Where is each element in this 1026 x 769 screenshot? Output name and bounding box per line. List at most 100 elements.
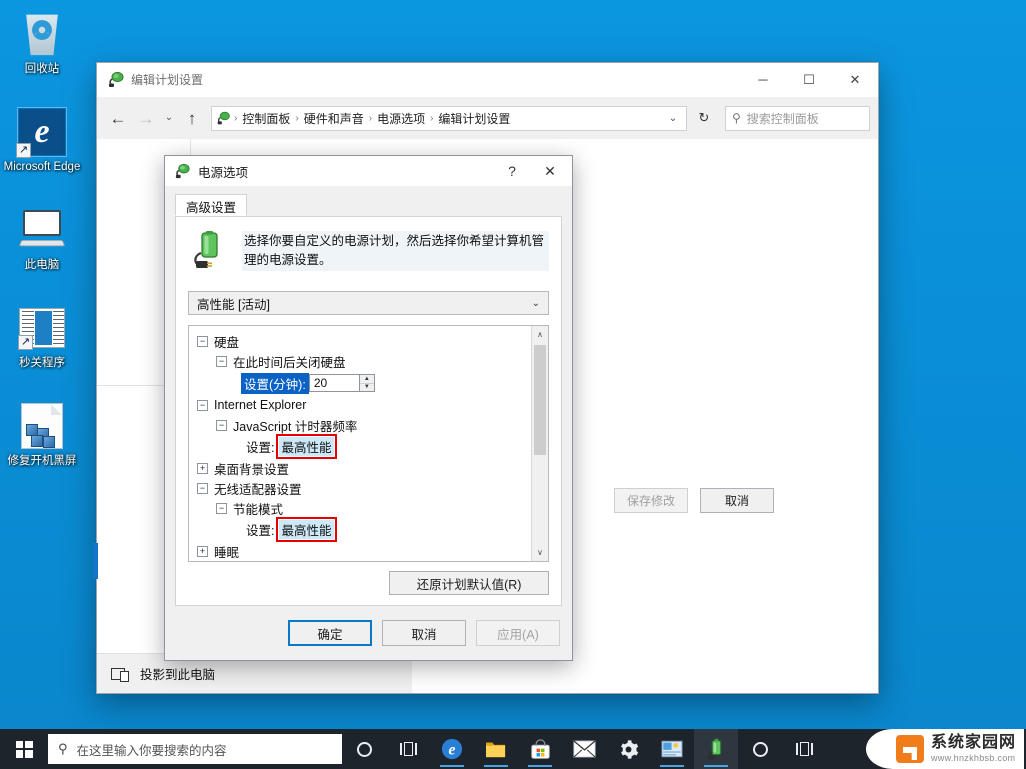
maximize-button[interactable]: ☐	[786, 64, 832, 95]
power-plug-icon	[216, 111, 231, 126]
breadcrumb-item-control-panel[interactable]: 控制面板	[238, 108, 294, 129]
minimize-button[interactable]: ─	[740, 64, 786, 95]
power-saving-setting-value[interactable]: 最高性能	[276, 517, 337, 542]
spinner-buttons[interactable]: ▲ ▼	[358, 374, 375, 392]
dialog-button-row: 确定 取消 应用(A)	[165, 606, 572, 660]
tree-row-power-saving-setting[interactable]: 设置: 最高性能	[189, 517, 531, 542]
taskbar-file-explorer-icon[interactable]	[474, 729, 518, 769]
advanced-settings-tree[interactable]: − 硬盘 − 在此时间后关闭硬盘 设置(分钟): 20 ▲ ▼ − Intern…	[188, 325, 549, 562]
scroll-down-icon[interactable]: ∨	[532, 544, 548, 561]
tree-row-power-saving-mode[interactable]: − 节能模式	[189, 498, 531, 518]
collapse-toggle-icon[interactable]: −	[197, 335, 208, 347]
tree-row-wireless-adapter-settings[interactable]: − 无线适配器设置	[189, 478, 531, 498]
microsoft-store-icon	[530, 738, 550, 759]
spinner-up-icon[interactable]: ▲	[359, 375, 374, 384]
desktop-background[interactable]: 回收站 e ↗ Microsoft Edge 此电脑 ↗ 秒关程序 修复开机黑屏…	[0, 0, 1026, 769]
address-bar[interactable]: › 控制面板 › 硬件和声音 › 电源选项 › 编辑计划设置 ⌄	[211, 105, 687, 131]
power-options-dialog[interactable]: 电源选项 ? ✕ 高级设置 选择你要自定义的电源计划，然后选择你希望计算机管理的…	[164, 155, 573, 661]
desktop-icon-edge[interactable]: e ↗ Microsoft Edge	[0, 102, 84, 198]
minutes-spinner[interactable]: 20 ▲ ▼	[308, 374, 375, 392]
up-button[interactable]: ↑	[179, 105, 205, 131]
task-view-icon[interactable]	[386, 729, 430, 769]
taskbar-power-options-icon[interactable]	[694, 729, 738, 769]
tree-row-internet-explorer[interactable]: − Internet Explorer	[189, 395, 531, 415]
start-button[interactable]	[0, 729, 48, 769]
tree-scrollbar[interactable]: ∧ ∨	[531, 326, 548, 561]
desktop-icon-document-cubes[interactable]: 修复开机黑屏	[0, 396, 84, 492]
taskbar-search-box[interactable]: ⚲ 在这里输入你要搜索的内容	[48, 734, 342, 764]
tree-row-sleep[interactable]: + 睡眠	[189, 541, 531, 561]
tree-row-desktop-background-settings[interactable]: + 桌面背景设置	[189, 458, 531, 478]
search-control-panel-box[interactable]: ⚲ 搜索控制面板	[725, 105, 870, 131]
restore-defaults-row: 还原计划默认值(R)	[188, 571, 549, 595]
apply-button[interactable]: 应用(A)	[476, 620, 560, 646]
collapse-toggle-icon[interactable]: −	[197, 482, 208, 494]
breadcrumb-item-edit-plan-settings[interactable]: 编辑计划设置	[434, 108, 514, 129]
taskbar-edge-icon[interactable]: e	[430, 729, 474, 769]
desktop-icon-app-shortcut[interactable]: ↗ 秒关程序	[0, 298, 84, 394]
recent-locations-button[interactable]: ⌄	[161, 105, 177, 131]
dialog-content: 高级设置 选择你要自定义的电源计划，然后选择你希望计算机管理的电源设置。 高性能…	[165, 186, 572, 606]
sidebar-accent-marker	[93, 543, 98, 579]
tree-row-hard-disk[interactable]: − 硬盘	[189, 331, 531, 351]
taskbar-microsoft-store-icon[interactable]	[518, 729, 562, 769]
tree-row-label: 睡眠	[214, 545, 240, 560]
tree-row-label: 无线适配器设置	[214, 482, 302, 497]
help-button[interactable]: ?	[496, 156, 528, 186]
minutes-input[interactable]: 20	[308, 374, 359, 392]
expand-toggle-icon[interactable]: +	[197, 545, 208, 557]
dialog-titlebar[interactable]: 电源选项 ? ✕	[165, 156, 572, 186]
collapse-toggle-icon[interactable]: −	[216, 355, 227, 367]
back-button[interactable]: ←	[105, 105, 131, 131]
restore-plan-defaults-button[interactable]: 还原计划默认值(R)	[389, 571, 549, 595]
control-panel-icon	[661, 740, 683, 758]
tree-row-javascript-setting[interactable]: 设置: 最高性能	[189, 434, 531, 459]
breadcrumb-item-hardware-sound[interactable]: 硬件和声音	[300, 108, 368, 129]
tab-advanced-settings[interactable]: 高级设置	[175, 194, 248, 216]
desktop-icon-this-pc[interactable]: 此电脑	[0, 200, 84, 296]
refresh-button[interactable]: ↻	[691, 106, 717, 131]
tree-row-label: 设置:	[246, 441, 275, 455]
close-button[interactable]: ✕	[832, 64, 878, 95]
shortcut-arrow-icon: ↗	[18, 335, 33, 350]
taskbar-control-panel-icon[interactable]	[650, 729, 694, 769]
breadcrumb-item-power-options[interactable]: 电源选项	[373, 108, 429, 129]
dialog-tabstrip: 高级设置	[175, 194, 562, 217]
power-plan-select[interactable]: 高性能 [活动] ⌄	[188, 291, 549, 315]
chevron-down-icon[interactable]: ⌄	[662, 113, 684, 124]
tree-row-label: 桌面背景设置	[214, 462, 290, 477]
tree-row-label: 在此时间后关闭硬盘	[233, 355, 346, 370]
tree-row-hard-disk-minutes[interactable]: 设置(分钟): 20 ▲ ▼	[189, 371, 531, 395]
cortana-icon-secondary[interactable]	[738, 729, 782, 769]
control-panel-titlebar[interactable]: 编辑计划设置 ─ ☐ ✕	[97, 63, 878, 97]
cancel-button[interactable]: 取消	[700, 487, 774, 513]
scroll-up-icon[interactable]: ∧	[532, 326, 548, 343]
desktop-icon-recycle-bin[interactable]: 回收站	[0, 4, 84, 100]
cortana-icon[interactable]	[342, 729, 386, 769]
forward-button[interactable]: →	[133, 105, 159, 131]
taskbar-settings-icon[interactable]	[606, 729, 650, 769]
collapse-toggle-icon[interactable]: −	[216, 419, 227, 431]
task-view-icon-secondary[interactable]	[782, 729, 826, 769]
dialog-close-button[interactable]: ✕	[528, 156, 572, 186]
watermark-url: www.hnzkhbsb.com	[930, 753, 1016, 763]
taskbar-mail-icon[interactable]	[562, 729, 606, 769]
scrollbar-thumb[interactable]	[534, 345, 546, 455]
tree-row-label: 设置:	[246, 524, 275, 538]
collapse-toggle-icon[interactable]: −	[197, 399, 208, 411]
ok-button[interactable]: 确定	[288, 620, 372, 646]
spinner-down-icon[interactable]: ▼	[360, 384, 374, 392]
tree-row-javascript-timer-frequency[interactable]: − JavaScript 计时器频率	[189, 415, 531, 435]
watermark-text: 系统家园网 www.hnzkhbsb.com	[931, 735, 1016, 763]
expand-toggle-icon[interactable]: +	[197, 462, 208, 474]
house-logo-icon	[895, 735, 924, 763]
cortana-ring-icon	[356, 741, 372, 757]
tree-row-turn-off-hard-disk[interactable]: − 在此时间后关闭硬盘	[189, 351, 531, 371]
save-changes-button[interactable]: 保存修改	[614, 487, 688, 513]
power-plug-icon	[174, 163, 191, 180]
file-explorer-icon	[486, 742, 506, 758]
power-plan-value: 高性能 [活动]	[197, 297, 270, 312]
collapse-toggle-icon[interactable]: −	[216, 502, 227, 514]
dialog-cancel-button[interactable]: 取消	[382, 620, 466, 646]
javascript-setting-value[interactable]: 最高性能	[276, 434, 337, 459]
